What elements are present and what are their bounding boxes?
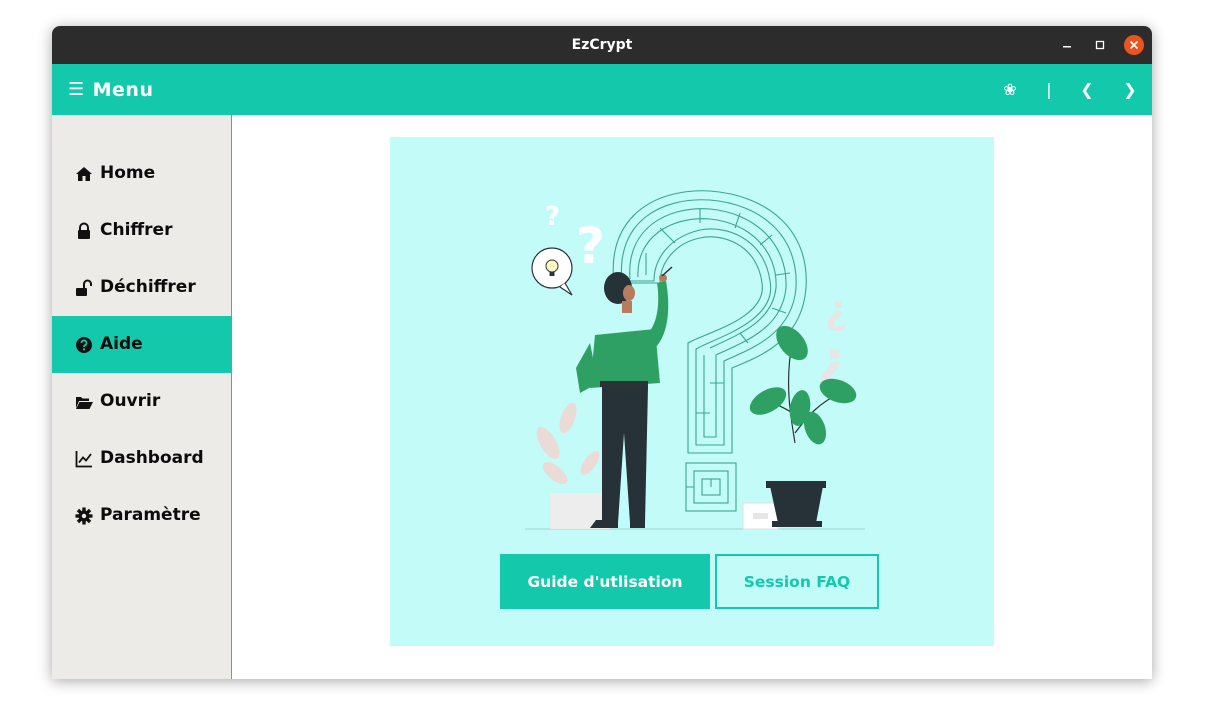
maximize-icon[interactable] bbox=[1090, 35, 1110, 55]
sidebar: Home Chiffrer Déchiffrer Aide Ouvrir Das… bbox=[52, 115, 232, 679]
minimize-icon[interactable] bbox=[1057, 35, 1077, 55]
app-window: EzCrypt ☰ Menu ❀ | ❮ ❯ Home Chiffrer Déc… bbox=[52, 26, 1152, 679]
guide-button[interactable]: Guide d'utlisation bbox=[500, 554, 710, 609]
gear-icon bbox=[75, 507, 93, 525]
unlock-icon bbox=[76, 279, 92, 296]
svg-text:¿: ¿ bbox=[825, 287, 848, 333]
svg-text:?: ? bbox=[545, 202, 560, 232]
sidebar-item-label: Aide bbox=[100, 334, 143, 354]
close-icon[interactable] bbox=[1124, 35, 1144, 55]
sidebar-item-home[interactable]: Home bbox=[52, 145, 231, 202]
window-title: EzCrypt bbox=[571, 37, 633, 53]
sidebar-item-ouvrir[interactable]: Ouvrir bbox=[52, 373, 231, 430]
sidebar-item-label: Déchiffrer bbox=[100, 277, 196, 297]
sidebar-item-label: Paramètre bbox=[100, 505, 201, 525]
faq-button[interactable]: Session FAQ bbox=[715, 554, 879, 609]
sidebar-item-label: Home bbox=[100, 163, 156, 183]
svg-text:?: ? bbox=[576, 217, 605, 275]
sidebar-item-aide[interactable]: Aide bbox=[52, 316, 231, 373]
forward-icon[interactable]: ❯ bbox=[1118, 64, 1142, 115]
theme-icon[interactable]: ❀ bbox=[998, 64, 1022, 115]
main-content: ? ? ¿ ¿ Guide d'utlisation Session FAQ bbox=[232, 115, 1152, 679]
title-bar[interactable]: EzCrypt bbox=[52, 26, 1152, 64]
line-chart-icon bbox=[75, 451, 92, 468]
sidebar-item-dechiffrer[interactable]: Déchiffrer bbox=[52, 259, 231, 316]
sidebar-item-dashboard[interactable]: Dashboard bbox=[52, 430, 231, 487]
back-icon[interactable]: ❮ bbox=[1075, 64, 1099, 115]
separator-icon: | bbox=[1046, 80, 1052, 99]
folder-open-icon bbox=[76, 397, 93, 409]
home-icon bbox=[76, 167, 92, 181]
help-card: ? ? ¿ ¿ Guide d'utlisation Session FAQ bbox=[390, 137, 994, 646]
sidebar-item-parametre[interactable]: Paramètre bbox=[52, 487, 231, 544]
menu-button[interactable]: ☰ Menu bbox=[68, 64, 154, 115]
sidebar-item-label: Chiffrer bbox=[100, 220, 173, 240]
lock-icon bbox=[78, 222, 90, 239]
hamburger-icon: ☰ bbox=[68, 79, 85, 100]
menu-label: Menu bbox=[92, 78, 154, 101]
question-circle-icon bbox=[76, 337, 92, 353]
top-header: ☰ Menu ❀ | ❮ ❯ bbox=[52, 64, 1152, 115]
sidebar-item-label: Ouvrir bbox=[100, 391, 161, 411]
help-maze-illustration: ? ? ¿ ¿ bbox=[525, 190, 865, 530]
sidebar-item-chiffrer[interactable]: Chiffrer bbox=[52, 202, 231, 259]
sidebar-item-label: Dashboard bbox=[100, 448, 204, 468]
